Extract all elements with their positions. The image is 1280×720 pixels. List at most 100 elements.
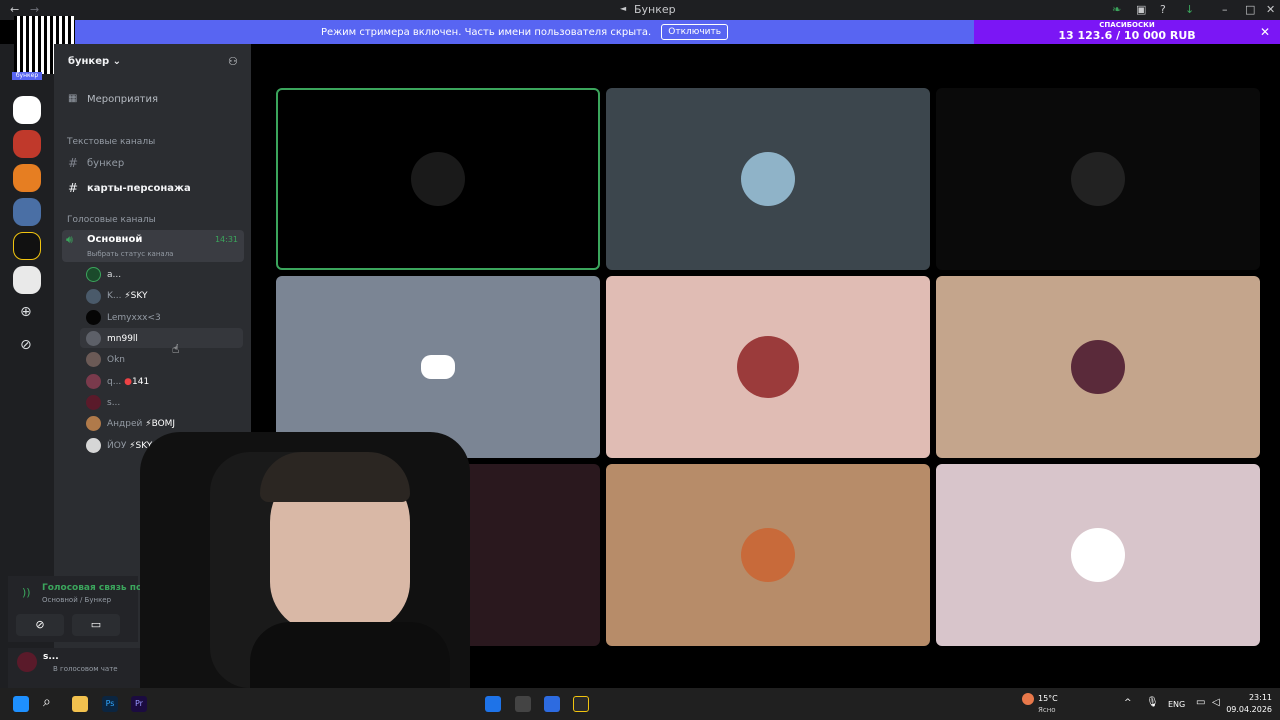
avatar[interactable]	[86, 331, 101, 346]
streamer-shirt	[250, 622, 450, 688]
camera-off-button[interactable]: ⊘	[16, 614, 64, 636]
server-icon-3[interactable]	[13, 164, 41, 192]
premiere-icon[interactable]: Pr	[131, 696, 147, 712]
video-tile[interactable]	[606, 464, 930, 646]
avatar[interactable]	[86, 416, 101, 431]
forward-arrow-icon[interactable]: →	[30, 3, 39, 16]
avatar	[1071, 340, 1125, 394]
network-icon[interactable]: ▭	[1196, 697, 1205, 708]
member-name[interactable]: mn99ll	[107, 334, 138, 344]
member-name[interactable]: Андрей ⚡BOMJ	[107, 419, 175, 429]
member-name[interactable]: Lemyxxx<3	[107, 313, 161, 323]
microphone-icon[interactable]: 🎙︎	[1146, 697, 1159, 708]
avatar	[411, 152, 465, 206]
voice-timer: 14:31	[214, 235, 238, 244]
server-icon-4[interactable]	[13, 198, 41, 226]
avatar[interactable]	[86, 438, 101, 453]
voice-status[interactable]: Выбрать статус канала	[87, 250, 173, 258]
defender-icon[interactable]	[485, 696, 501, 712]
video-tile[interactable]	[276, 276, 600, 458]
server-icon-1[interactable]	[13, 96, 41, 124]
download-icon[interactable]: ↓	[1185, 3, 1194, 16]
donation-overlay: СПАСИБОСКИ 13 123.6 / 10 000 RUB ✕	[974, 20, 1280, 44]
speaker-icon: ◄	[620, 4, 627, 13]
signal-icon: ))	[22, 586, 31, 599]
avatar[interactable]	[86, 289, 101, 304]
speaker-icon: 🔊︎	[66, 233, 73, 246]
member-name[interactable]: K... ⚡SKY	[107, 291, 147, 301]
voice-category[interactable]: Голосовые каналы	[67, 215, 156, 225]
weather-desc[interactable]: Ясно	[1038, 706, 1056, 714]
server-icon-6[interactable]	[13, 266, 41, 294]
volume-icon[interactable]: ◁	[1212, 697, 1220, 708]
video-tile[interactable]	[606, 88, 930, 270]
inbox-icon[interactable]: ▣	[1136, 3, 1146, 16]
avatar[interactable]	[17, 652, 37, 672]
title-bar: ← → ◄ Бункер ❧ ▣ ? ↓ – □ ✕	[0, 0, 1280, 20]
file-explorer-icon[interactable]	[72, 696, 88, 712]
user-name[interactable]: s...	[43, 652, 59, 662]
voice-channel-path[interactable]: Основной / Бункер	[42, 596, 111, 604]
app-icon[interactable]	[573, 696, 589, 712]
avatar[interactable]	[86, 374, 101, 389]
weather-temp[interactable]: 15°C	[1038, 694, 1058, 703]
voice-status-text[interactable]: Голосовая связь по...	[42, 583, 152, 593]
maximize-icon[interactable]: □	[1245, 3, 1255, 16]
video-tile[interactable]	[936, 276, 1260, 458]
voice-channel-main[interactable]: 🔊︎ Основной 14:31 Выбрать статус канала	[62, 230, 244, 262]
language-indicator[interactable]: ENG	[1168, 700, 1185, 709]
add-server-icon[interactable]: ⊕	[20, 304, 32, 320]
close-banner-icon[interactable]: ✕	[1260, 25, 1270, 39]
discover-compass-icon[interactable]: ⊘	[20, 337, 32, 353]
member-name[interactable]: s...	[107, 398, 120, 408]
help-icon[interactable]: ?	[1160, 3, 1166, 16]
donation-amount: 13 123.6 / 10 000 RUB	[1058, 29, 1196, 42]
nitro-leaf-icon[interactable]: ❧	[1112, 3, 1121, 16]
avatar	[741, 528, 795, 582]
member-name[interactable]: Okn	[107, 355, 125, 365]
server-icon-2[interactable]	[13, 130, 41, 158]
invite-people-icon[interactable]: ⚇	[228, 55, 238, 68]
avatar[interactable]	[86, 395, 101, 410]
close-window-icon[interactable]: ✕	[1266, 3, 1275, 16]
app-icon[interactable]	[515, 696, 531, 712]
photoshop-icon[interactable]: Ps	[102, 696, 118, 712]
channel-character-cards[interactable]: карты-персонажа	[87, 183, 191, 194]
member-row-hover[interactable]	[80, 328, 243, 348]
share-screen-button[interactable]: ▭	[72, 614, 120, 636]
avatar[interactable]	[86, 352, 101, 367]
avatar[interactable]	[86, 267, 101, 282]
app-icon[interactable]	[544, 696, 560, 712]
video-tile[interactable]	[606, 276, 930, 458]
server-icon-5[interactable]	[13, 232, 41, 260]
member-name[interactable]: a...	[107, 270, 121, 280]
user-panel: s... В голосовом чате 🎙︎	[8, 648, 158, 688]
video-tile[interactable]	[936, 88, 1260, 270]
disable-streamer-mode-button[interactable]: Отключить	[661, 24, 729, 40]
voice-connection-panel: )) Голосовая связь по... Основной / Бунк…	[8, 576, 152, 642]
back-arrow-icon[interactable]: ←	[10, 3, 19, 16]
avatar	[1071, 528, 1125, 582]
clock-date[interactable]: 09.04.2026	[1222, 705, 1272, 714]
member-name[interactable]: q... ●141	[107, 377, 149, 387]
windows-start-icon[interactable]	[13, 696, 29, 712]
minimize-icon[interactable]: –	[1222, 3, 1228, 16]
events-link[interactable]: Мероприятия	[87, 94, 158, 105]
window-title: Бункер	[634, 3, 676, 16]
chevron-up-icon[interactable]: ^	[1124, 698, 1132, 708]
text-category[interactable]: Текстовые каналы	[67, 137, 155, 147]
calendar-icon: ▦	[68, 93, 78, 104]
server-name[interactable]: бункер ⌄	[68, 56, 121, 67]
discord-logo-icon	[421, 355, 455, 379]
clock-time[interactable]: 23:11	[1232, 693, 1272, 702]
chevron-down-icon: ⌄	[112, 56, 122, 67]
qr-label: бункер	[12, 72, 42, 80]
voice-channel-name: Основной	[87, 234, 143, 245]
channel-bunker[interactable]: бункер	[87, 158, 124, 169]
search-icon[interactable]: ⌕	[43, 694, 51, 710]
video-tile[interactable]	[276, 88, 600, 270]
hash-icon: #	[68, 156, 79, 170]
video-tile[interactable]	[936, 464, 1260, 646]
streamer-hair	[260, 452, 410, 502]
avatar[interactable]	[86, 310, 101, 325]
